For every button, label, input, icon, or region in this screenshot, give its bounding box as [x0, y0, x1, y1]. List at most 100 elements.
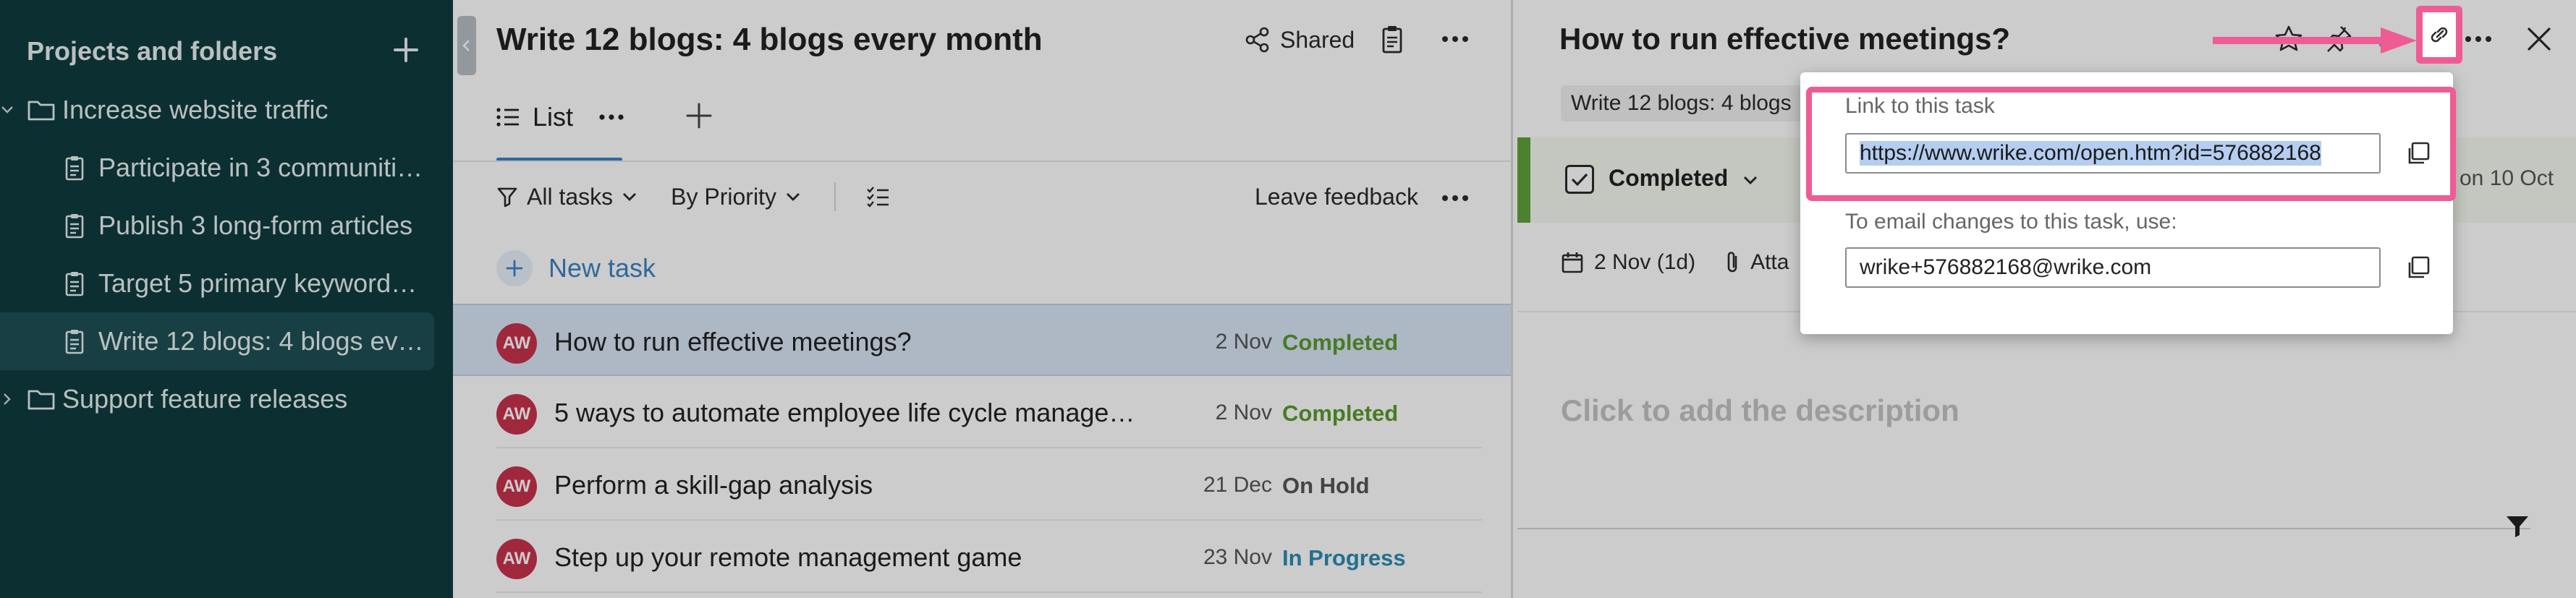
sidebar-item-increase-website-traffic[interactable]: Increase website traffic: [0, 81, 434, 139]
sidebar-item-label: Target 5 primary keyword…: [98, 268, 418, 298]
project-title: Write 12 blogs: 4 blogs every month: [496, 22, 1043, 57]
calendar-icon: [1561, 251, 1584, 274]
filter-icon: [496, 186, 518, 208]
attach-label: Atta: [1750, 250, 1789, 274]
add-view-icon[interactable]: [685, 101, 713, 130]
sidebar-item-write-blogs[interactable]: Write 12 blogs: 4 blogs ev…: [0, 312, 434, 370]
clipboard-icon: [65, 270, 84, 296]
clipboard-icon: [65, 155, 84, 181]
sidebar-item-publish[interactable]: Publish 3 long-form articles: [0, 197, 434, 255]
all-tasks-filter[interactable]: All tasks: [496, 184, 637, 210]
task-title[interactable]: 5 ways to automate employee life cycle m…: [554, 398, 1155, 428]
chevron-down-icon: [785, 192, 801, 202]
share-icon: [1245, 27, 1270, 53]
description-placeholder[interactable]: Click to add the description: [1561, 393, 1959, 428]
created-date: on 10 Oct: [2460, 166, 2554, 190]
sidebar-item-support-feature-releases[interactable]: Support feature releases: [0, 370, 434, 428]
status-dropdown[interactable]: Completed: [1609, 165, 1728, 192]
leave-feedback-link[interactable]: Leave feedback: [1255, 184, 1418, 210]
task-title[interactable]: Perform a skill-gap analysis: [554, 470, 1155, 500]
more-options-icon[interactable]: [1441, 30, 1470, 48]
copy-icon[interactable]: [2405, 255, 2431, 281]
close-icon[interactable]: [2523, 23, 2555, 55]
breadcrumb[interactable]: Write 12 blogs: 4 blogs: [1561, 85, 1802, 121]
table-row[interactable]: AW Step up your remote management game 2…: [453, 521, 1511, 593]
sidebar-item-label: Participate in 3 communiti…: [98, 153, 423, 182]
tab-list-label: List: [533, 102, 574, 132]
date-label: 2 Nov (1d): [1594, 250, 1696, 274]
list-icon: [496, 107, 520, 127]
checklist-view-icon[interactable]: [866, 186, 889, 208]
task-detail-title[interactable]: How to run effective meetings?: [1559, 22, 2010, 56]
paperclip-icon: [1724, 250, 1740, 275]
table-row[interactable]: AW Perform a skill-gap analysis 21 Dec O…: [453, 448, 1511, 521]
filter-bar: All tasks By Priority: [496, 179, 923, 214]
task-date: 2 Nov: [1215, 330, 1272, 354]
link-icon[interactable]: [2416, 6, 2462, 64]
shared-button[interactable]: Shared: [1245, 23, 1355, 56]
sidebar-item-label: Write 12 blogs: 4 blogs ev…: [98, 326, 424, 356]
table-row[interactable]: AW 5 ways to automate employee life cycl…: [453, 376, 1511, 448]
task-list-panel: Write 12 blogs: 4 blogs every month Shar…: [453, 0, 1511, 598]
avatar: AW: [496, 394, 537, 435]
sidebar: Projects and folders Increase website tr…: [0, 0, 453, 598]
task-title[interactable]: How to run effective meetings?: [554, 327, 1155, 357]
email-value: wrike+576882168@wrike.com: [1860, 255, 2152, 279]
chevron-down-icon[interactable]: [0, 103, 14, 117]
filter-icon[interactable]: [2504, 513, 2530, 539]
task-title[interactable]: Step up your remote management game: [554, 542, 1155, 573]
avatar: AW: [496, 323, 537, 364]
status-badge: On Hold: [1282, 473, 1370, 498]
date-field[interactable]: 2 Nov (1d): [1561, 250, 1695, 275]
email-label: To email changes to this task, use:: [1845, 210, 2177, 234]
status-badge: In Progress: [1282, 545, 1406, 571]
view-more-icon[interactable]: [598, 110, 625, 124]
avatar: AW: [496, 466, 537, 507]
table-row[interactable]: AW How to run effective meetings? 2 Nov …: [453, 304, 1511, 376]
sidebar-item-label: Support feature releases: [62, 384, 348, 414]
plus-icon: [496, 250, 533, 286]
attach-button[interactable]: Atta: [1724, 250, 1789, 275]
task-date: 21 Dec: [1203, 473, 1272, 497]
avatar: AW: [496, 539, 537, 579]
status-badge: Completed: [1282, 401, 1399, 426]
check-icon[interactable]: [1565, 165, 1594, 194]
by-priority-label: By Priority: [671, 183, 776, 210]
status-color-edge: [1517, 137, 1530, 223]
divider: [496, 591, 1482, 593]
all-tasks-label: All tasks: [527, 183, 614, 210]
chevron-right-icon[interactable]: [0, 392, 14, 406]
sidebar-title: Projects and folders: [27, 36, 278, 66]
folder-icon: [27, 98, 55, 121]
link-highlight-box: [1806, 87, 2456, 201]
add-project-icon[interactable]: [391, 35, 421, 65]
chevron-down-icon[interactable]: [1742, 175, 1759, 187]
sidebar-item-label: Increase website traffic: [62, 95, 329, 124]
email-field[interactable]: wrike+576882168@wrike.com: [1845, 247, 2381, 288]
annotation-arrow: [2213, 26, 2423, 55]
folder-icon: [27, 388, 55, 411]
new-task-label: New task: [548, 253, 656, 283]
chevron-down-icon: [622, 192, 637, 202]
sidebar-item-participate[interactable]: Participate in 3 communiti…: [0, 139, 434, 197]
task-date: 2 Nov: [1215, 401, 1272, 424]
divider: [834, 182, 836, 211]
more-options-icon[interactable]: [1441, 189, 1470, 207]
task-meta: 2 Nov (1d) Atta: [1561, 250, 1818, 275]
task-date: 23 Nov: [1203, 545, 1272, 569]
divider: [1517, 528, 2530, 529]
divider: [453, 161, 1511, 162]
sidebar-item-label: Publish 3 long-form articles: [98, 210, 413, 240]
new-task-button[interactable]: New task: [496, 250, 656, 286]
tab-list[interactable]: List: [496, 94, 573, 140]
clipboard-icon: [65, 213, 84, 239]
status-badge: Completed: [1282, 330, 1399, 355]
more-options-icon[interactable]: [2464, 30, 2496, 62]
shared-label: Shared: [1280, 26, 1355, 53]
sidebar-item-target-keywords[interactable]: Target 5 primary keyword…: [0, 255, 434, 312]
collapse-sidebar-handle[interactable]: [457, 16, 476, 75]
by-priority-sort[interactable]: By Priority: [671, 184, 801, 210]
clipboard-icon[interactable]: [1381, 25, 1403, 54]
share-link-popup: Link to this task https://www.wrike.com/…: [1800, 72, 2456, 334]
clipboard-icon: [65, 328, 84, 354]
